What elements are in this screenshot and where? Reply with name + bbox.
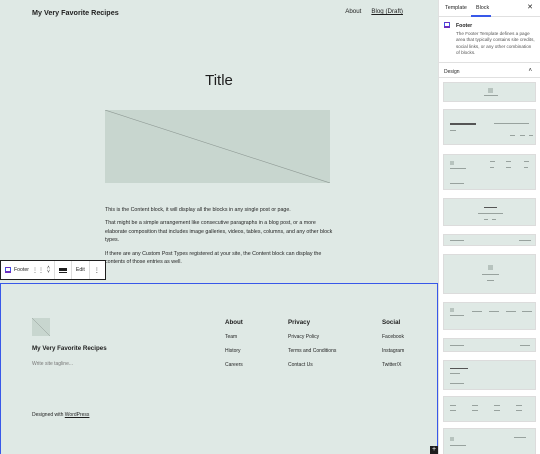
block-card-description: The Footer Template defines a page area … [456,31,535,56]
content-paragraph: This is the Content block, it will displ… [105,207,291,213]
align-button[interactable] [55,261,72,279]
align-icon [58,267,67,273]
placeholder-diagonal [32,318,50,336]
chevron-up-icon: ˄ [528,68,532,74]
pattern-thumbnail[interactable] [443,109,536,145]
nav-item-about[interactable]: About [345,8,361,15]
block-toolbar: Footer ⋮⋮ ˄ ˅ Edit ⋮ [0,260,106,280]
footer-credits: Designed with WordPress [32,412,89,418]
footer-column-social: Social Facebook Instagram Twitter/X [382,319,404,376]
site-header: My Very Favorite Recipes About Blog (Dra… [0,0,438,26]
edit-button[interactable]: Edit [72,261,90,279]
sidebar-tabs: Template Block ✕ [439,0,540,17]
design-panel-toggle[interactable]: Design ˄ [439,66,540,78]
footer-block-icon [5,267,11,273]
pattern-thumbnail[interactable] [443,338,536,352]
footer-link[interactable]: Privacy Policy [288,334,336,340]
more-options-button[interactable]: ⋮ [90,261,104,279]
design-panel-label: Design [444,69,460,75]
tab-block[interactable]: Block [476,5,489,11]
site-title[interactable]: My Very Favorite Recipes [32,8,119,17]
tab-template[interactable]: Template [445,5,467,11]
footer-site-title[interactable]: My Very Favorite Recipes [32,345,107,352]
placeholder-diagonal [105,110,330,183]
footer-link[interactable]: Team [225,334,243,340]
pattern-thumbnail[interactable] [443,234,536,246]
pattern-thumbnail[interactable] [443,360,536,390]
site-navigation: About Blog (Draft) [345,8,403,15]
editor-canvas[interactable]: My Very Favorite Recipes About Blog (Dra… [0,0,438,454]
block-card-title: Footer [456,23,473,29]
footer-link[interactable]: Instagram [382,348,404,354]
credits-link[interactable]: WordPress [65,412,90,418]
pattern-thumbnail[interactable] [443,154,536,190]
footer-link[interactable]: Careers [225,362,243,368]
post-title[interactable]: Title [0,72,438,89]
post-content[interactable]: This is the Content block, it will displ… [105,206,333,271]
footer-link[interactable]: Contact Us [288,362,336,368]
chevron-up-down-icon[interactable]: ˄ ˅ [47,266,50,275]
footer-column-heading: About [225,319,243,326]
footer-template-part[interactable]: My Very Favorite Recipes Write site tagl… [0,283,438,454]
footer-link[interactable]: Facebook [382,334,404,340]
drag-handle-icon[interactable]: ⋮⋮ [32,267,44,274]
vertical-dots-icon: ⋮ [93,267,100,274]
pattern-thumbnail[interactable] [443,198,536,226]
pattern-thumbnail[interactable] [443,82,536,102]
block-switcher[interactable]: Footer ⋮⋮ ˄ ˅ [1,261,55,279]
credits-prefix: Designed with [32,412,64,418]
footer-link[interactable]: History [225,348,243,354]
footer-column-heading: Social [382,319,401,326]
footer-column-heading: Privacy [288,319,311,326]
add-block-button[interactable]: + [430,446,438,454]
settings-sidebar: Template Block ✕ Footer The Footer Templ… [439,0,540,454]
content-paragraph: That might be a simple arrangement like … [105,220,333,244]
pattern-thumbnail[interactable] [443,428,536,454]
nav-item-blog[interactable]: Blog (Draft) [371,8,403,15]
edit-label: Edit [75,267,85,273]
footer-link[interactable]: Terms and Conditions [288,348,336,354]
footer-column-about: About Team History Careers [225,319,243,376]
plus-icon: + [431,446,437,453]
pattern-thumbnail[interactable] [443,254,536,294]
block-card: Footer The Footer Template defines a pag… [439,17,540,63]
footer-column-privacy: Privacy Privacy Policy Terms and Conditi… [288,319,336,376]
block-type-label: Footer [14,267,29,273]
pattern-thumbnail[interactable] [443,396,536,422]
site-logo-placeholder[interactable] [32,318,50,336]
pattern-thumbnail[interactable] [443,302,536,330]
close-icon[interactable]: ✕ [527,3,533,11]
content-paragraph: If there are any Custom Post Types regis… [105,250,322,266]
footer-link[interactable]: Twitter/X [382,362,404,368]
footer-block-icon [444,22,450,28]
footer-site-tagline[interactable]: Write site tagline... [32,361,73,367]
featured-image-placeholder[interactable] [105,110,330,183]
